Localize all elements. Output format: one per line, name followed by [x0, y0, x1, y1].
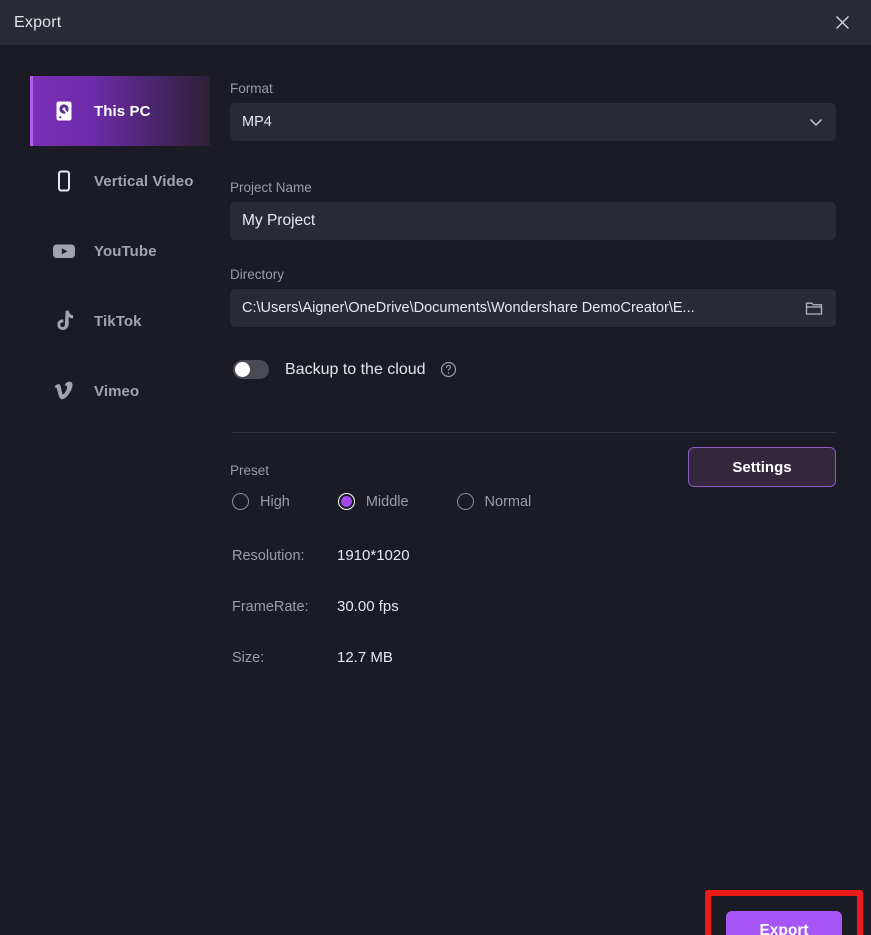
destination-sidebar: This PC Vertical Video YouTube TikTok Vi… [0, 45, 210, 935]
sidebar-item-label: TikTok [94, 312, 142, 330]
size-value: 12.7 MB [337, 649, 393, 666]
chevron-down-icon [808, 114, 824, 130]
settings-button[interactable]: Settings [688, 447, 836, 487]
framerate-row: FrameRate: 30.00 fps [232, 598, 399, 615]
export-button[interactable]: Export [726, 911, 842, 935]
sidebar-item-vertical-video[interactable]: Vertical Video [30, 146, 210, 216]
folder-icon[interactable] [804, 298, 824, 318]
resolution-row: Resolution: 1910*1020 [232, 547, 410, 564]
export-dialog: Export This PC Vertical Video YouTube Ti… [0, 0, 871, 935]
radio-circle-icon [337, 493, 355, 510]
hard-drive-icon [50, 99, 78, 123]
preset-option-label: Normal [484, 493, 532, 510]
sidebar-item-youtube[interactable]: YouTube [30, 216, 210, 286]
directory-value: C:\Users\Aigner\OneDrive\Documents\Wonde… [242, 300, 695, 316]
preset-option-label: High [260, 493, 290, 510]
vimeo-icon [50, 378, 78, 404]
backup-to-cloud-row: Backup to the cloud [233, 360, 457, 379]
format-label: Format [230, 81, 273, 96]
resolution-value: 1910*1020 [337, 547, 410, 564]
backup-to-cloud-toggle[interactable] [233, 360, 269, 379]
format-value: MP4 [242, 114, 272, 130]
toggle-knob [235, 362, 250, 377]
preset-label: Preset [230, 463, 270, 478]
project-name-input[interactable]: My Project [230, 202, 836, 240]
preset-option-middle[interactable]: Middle [337, 493, 409, 510]
sidebar-item-this-pc[interactable]: This PC [30, 76, 210, 146]
youtube-icon [50, 238, 78, 264]
sidebar-item-vimeo[interactable]: Vimeo [30, 356, 210, 426]
directory-field-group: Directory C:\Users\Aigner\OneDrive\Docum… [230, 267, 836, 327]
project-name-label: Project Name [230, 180, 312, 195]
preset-option-label: Middle [365, 493, 409, 510]
project-name-field-group: Project Name My Project [230, 180, 836, 240]
preset-option-normal[interactable]: Normal [456, 493, 532, 510]
size-row: Size: 12.7 MB [232, 649, 393, 666]
project-name-value: My Project [242, 212, 316, 229]
titlebar: Export [0, 0, 871, 45]
radio-circle-icon [456, 493, 474, 510]
directory-input[interactable]: C:\Users\Aigner\OneDrive\Documents\Wonde… [230, 289, 836, 327]
sidebar-item-label: This PC [94, 102, 151, 120]
radio-circle-icon [232, 493, 249, 510]
preset-option-high[interactable]: High [232, 493, 290, 510]
size-label: Size: [232, 650, 265, 666]
tiktok-icon [50, 308, 78, 334]
export-settings-panel: Format MP4 Project Name My Project Direc… [230, 45, 840, 935]
framerate-label: FrameRate: [232, 599, 309, 615]
section-divider [232, 432, 836, 433]
sidebar-item-label: YouTube [94, 242, 157, 260]
phone-icon [50, 169, 78, 193]
help-circle-icon[interactable] [440, 361, 457, 378]
sidebar-item-label: Vertical Video [94, 172, 194, 190]
resolution-label: Resolution: [232, 548, 305, 564]
sidebar-item-label: Vimeo [94, 382, 140, 400]
sidebar-item-tiktok[interactable]: TikTok [30, 286, 210, 356]
format-field-group: Format MP4 [230, 81, 836, 141]
directory-label: Directory [230, 267, 285, 282]
format-select[interactable]: MP4 [230, 103, 836, 141]
framerate-value: 30.00 fps [337, 598, 399, 615]
preset-radio-group: High Middle Normal [232, 493, 531, 510]
close-button[interactable] [829, 10, 855, 36]
page-title: Export [14, 13, 62, 31]
dialog-body: This PC Vertical Video YouTube TikTok Vi… [0, 45, 871, 935]
backup-to-cloud-label: Backup to the cloud [285, 360, 426, 378]
close-icon [835, 16, 849, 29]
